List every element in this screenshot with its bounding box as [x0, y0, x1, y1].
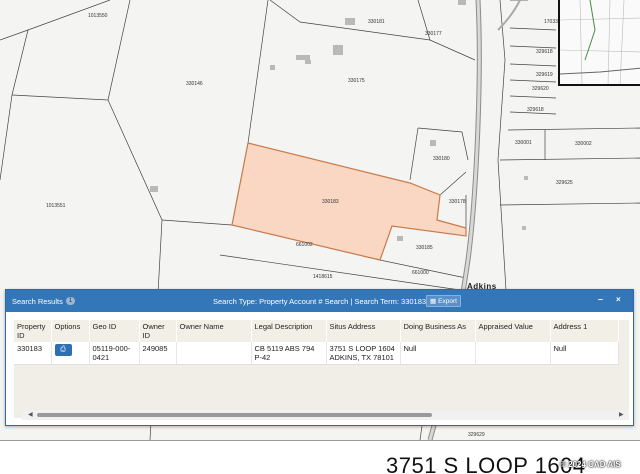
- doing-business-as-cell: Null: [400, 342, 476, 365]
- options-cell: ⎙: [51, 342, 90, 365]
- column-header[interactable]: Legal Description: [251, 320, 327, 342]
- parcel-label: 329619: [536, 72, 553, 78]
- parcel-label: 329620: [532, 86, 549, 92]
- table-row[interactable]: 330183 ⎙ 05119-000-0421 249085 CB 5119 A…: [14, 342, 619, 365]
- parcel-label: 1013550: [88, 13, 108, 19]
- column-header[interactable]: Owner Name: [176, 320, 252, 342]
- column-header[interactable]: Appraised Value: [475, 320, 551, 342]
- scroll-left-icon[interactable]: ◀: [28, 411, 33, 418]
- export-button[interactable]: ▦ Export: [426, 295, 461, 307]
- panel-title: Search Results: [12, 296, 63, 306]
- parcel-label: 330183: [322, 199, 339, 205]
- parcel-label: 330175: [348, 78, 365, 84]
- owner-id-cell: 249085: [139, 342, 177, 365]
- result-count-badge: 1: [65, 297, 76, 305]
- print-icon: ⎙: [60, 346, 66, 353]
- search-info: Search Type: Property Account # Search |…: [213, 297, 427, 306]
- parcel-label: 330180: [433, 156, 450, 162]
- copyright-text: © 2024 CAD AIS: [560, 460, 621, 469]
- column-header[interactable]: Address 1: [550, 320, 619, 342]
- column-header[interactable]: Options: [51, 320, 90, 342]
- parcel-label: 661000: [412, 270, 429, 276]
- column-header[interactable]: Owner ID: [139, 320, 177, 342]
- scroll-thumb[interactable]: [37, 413, 432, 417]
- parcel-label: 329618: [527, 107, 544, 113]
- export-label: Export: [438, 297, 457, 305]
- parcel-label: 330146: [186, 81, 203, 87]
- parcel-label: 330178: [449, 199, 466, 205]
- appraised-value-cell: [475, 342, 551, 365]
- column-header[interactable]: Geo ID: [89, 320, 140, 342]
- property-id-cell: 330183: [14, 342, 52, 365]
- results-table-area: Property ID Options Geo ID Owner ID Owne…: [14, 320, 629, 418]
- owner-name-cell: [176, 342, 252, 365]
- panel-header: Search Results 1 Search Type: Property A…: [6, 290, 633, 312]
- parcel-label: 330185: [416, 245, 433, 251]
- parcel-label: 329625: [556, 180, 573, 186]
- parcel-label: 330001: [515, 140, 532, 146]
- legal-description-cell: CB 5119 ABS 794 P-42: [251, 342, 327, 365]
- parcel-label: 17033: [544, 19, 558, 25]
- situs-address-cell: 3751 S LOOP 1604 ADKINS, TX 78101: [326, 342, 401, 365]
- parcel-label: 329618: [536, 49, 553, 55]
- parcel-label: 1013551: [46, 203, 66, 209]
- search-results-panel: Search Results 1 Search Type: Property A…: [5, 289, 634, 426]
- parcel-label: 330002: [575, 141, 592, 147]
- column-header[interactable]: Property ID: [14, 320, 52, 342]
- results-table: Property ID Options Geo ID Owner ID Owne…: [14, 320, 619, 365]
- address-1-cell: Null: [550, 342, 619, 365]
- close-button[interactable]: ×: [616, 295, 621, 304]
- geo-id-cell: 05119-000-0421: [89, 342, 140, 365]
- parcel-label: 330181: [368, 19, 385, 25]
- column-header[interactable]: Situs Address: [326, 320, 401, 342]
- column-header[interactable]: Doing Business As: [400, 320, 476, 342]
- parcel-label: 329629: [468, 432, 485, 438]
- scroll-right-icon[interactable]: ▶: [619, 411, 624, 418]
- address-heading: 3751 S LOOP 1604: [386, 453, 586, 474]
- horizontal-scrollbar[interactable]: ◀ ▶: [22, 410, 629, 420]
- parcel-label: 330177: [425, 31, 442, 37]
- overview-map[interactable]: [558, 0, 640, 86]
- divider: [0, 440, 640, 441]
- parcel-label: 1418615: [313, 274, 333, 280]
- print-button[interactable]: ⎙: [54, 344, 72, 356]
- parcel-label: 661002: [296, 242, 313, 248]
- minimize-button[interactable]: –: [598, 294, 603, 304]
- export-icon: ▦: [430, 298, 437, 305]
